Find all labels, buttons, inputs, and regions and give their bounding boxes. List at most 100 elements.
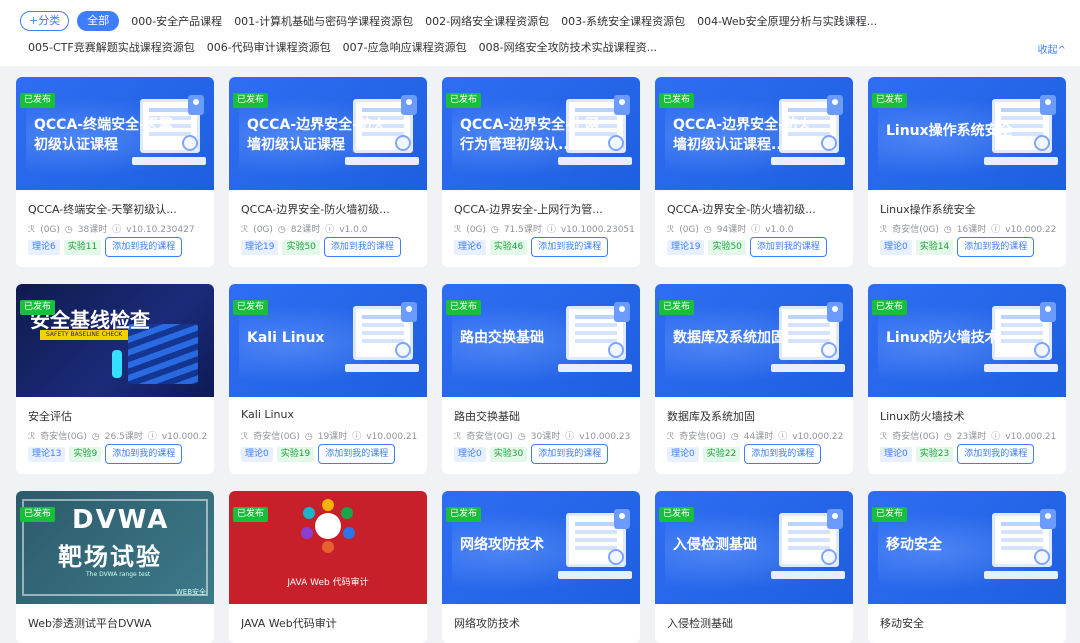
thumbnail-title: JAVA Web 代码审计 [287,578,369,588]
add-to-my-courses-button[interactable]: 添加到我的课程 [531,444,609,464]
published-badge: 已发布 [446,93,482,108]
lab-count: 实验50 [282,239,320,255]
category-004[interactable]: 004-Web安全原理分析与实践课程... [697,13,877,29]
course-card[interactable]: Linux操作系统安全 已发布 Linux操作系统安全 ℛ 奇安信(0G) ◷ 16课… [868,77,1066,267]
user-icon [827,509,843,529]
thumbnail-title: DVWA [72,505,170,535]
course-meta: ℛ 奇安信(0G) ◷ 16课时 ⓘ v10.000.22 [880,222,1066,235]
course-card[interactable]: Linux防火墙技术 已发布 Linux防火墙技术 ℛ 奇安信(0G) ◷ 23课时 ⓘ… [868,284,1066,474]
add-to-my-courses-button[interactable]: 添加到我的课程 [531,237,609,257]
add-to-my-courses-button[interactable]: 添加到我的课程 [105,237,183,257]
lab-count: 实验22 [702,446,741,462]
lock-icon [1034,342,1050,358]
course-title[interactable]: Web渗透测试平台DVWA [28,615,206,631]
add-category-button[interactable]: +分类 [20,11,70,31]
course-title[interactable]: 路由交换基础 [454,408,632,424]
thumbnail-title: Linux操作系统安全 [886,123,1013,139]
category-row-2: 005-CTF竞赛解题实战课程资源包 006-代码审计课程资源包 007-应急响… [28,36,669,58]
course-card[interactable]: 入侵检测基础 已发布 入侵检测基础 [655,491,853,643]
category-008[interactable]: 008-网络安全攻防技术实战课程资... [479,39,657,55]
user-icon [1040,302,1056,322]
lab-count: 实验23 [915,446,954,462]
course-version: v10.000.2 [161,432,208,442]
course-title[interactable]: JAVA Web代码审计 [241,615,419,631]
add-to-my-courses-button[interactable]: 添加到我的课程 [957,444,1035,464]
author-icon: ℛ [667,225,675,235]
course-meta: ℛ (0G) ◷ 94课时 ⓘ v1.0.0 [667,222,853,235]
course-version: v1.0.0 [339,225,368,235]
info-icon: ⓘ [147,432,157,442]
category-001[interactable]: 001-计算机基础与密码学课程资源包 [234,13,413,29]
clock-icon: ◷ [517,432,526,442]
course-title[interactable]: Linux防火墙技术 [880,408,1058,424]
info-icon: ⓘ [352,432,362,442]
course-card[interactable]: QCCA-边界安全-防火墙初级认证课程 已发布 QCCA-边界安全-防火墙初级.… [229,77,427,267]
course-hours: 82课时 [290,225,321,235]
course-title[interactable]: 数据库及系统加固 [667,408,845,424]
course-hours: 30课时 [530,432,561,442]
course-card[interactable]: QCCA-边界安全-防火墙初级认证课程... 已发布 QCCA-边界安全-防火墙… [655,77,853,267]
theory-count: 理论0 [667,446,699,462]
course-meta: ℛ 奇安信(0G) ◷ 19课时 ⓘ v10.000.21 [241,429,427,442]
course-card[interactable]: 移动安全 已发布 移动安全 [868,491,1066,643]
user-icon [614,509,630,529]
theory-count: 理论13 [28,446,66,462]
course-card[interactable]: 网络攻防技术 已发布 网络攻防技术 [442,491,640,643]
lock-icon [395,135,411,151]
course-card[interactable]: 数据库及系统加固 已发布 数据库及系统加固 ℛ 奇安信(0G) ◷ 44课时 ⓘ v10.… [655,284,853,474]
lock-icon [608,549,624,565]
user-icon [614,302,630,322]
category-000[interactable]: 000-安全产品课程 [131,13,222,29]
course-card[interactable]: JAVA Web 代码审计 已发布 JAVA Web代码审计 [229,491,427,643]
published-badge: 已发布 [20,300,56,315]
published-badge: 已发布 [446,507,482,522]
course-card[interactable]: 安全基线检查 SAFETY BASELINE CHECK 已发布 安全评估 ℛ奇… [16,284,214,474]
category-all-tag[interactable]: 全部 [77,11,120,31]
author-icon: ℛ [241,432,249,442]
course-title[interactable]: 安全评估 [28,408,206,424]
course-card[interactable]: DVWA 靶场试验 The DVWA range test WEB安全 已发布 … [16,491,214,643]
add-to-my-courses-button[interactable]: 添加到我的课程 [323,237,401,257]
course-title[interactable]: 网络攻防技术 [454,615,632,631]
category-002[interactable]: 002-网络安全课程资源包 [425,13,549,29]
add-to-my-courses-button[interactable]: 添加到我的课程 [105,444,183,464]
course-hours: 38课时 [77,225,108,235]
course-hours: 19课时 [317,432,348,442]
clock-icon: ◷ [730,432,739,442]
course-card[interactable]: QCCA-边界安全-上网行为管理初级认... 已发布 QCCA-边界安全-上网行… [442,77,640,267]
course-author: 奇安信(0G) [679,432,726,442]
course-title[interactable]: Kali Linux [241,408,419,421]
info-icon: ⓘ [112,225,122,235]
category-005[interactable]: 005-CTF竞赛解题实战课程资源包 [28,39,195,55]
course-card[interactable]: 路由交换基础 已发布 路由交换基础 ℛ 奇安信(0G) ◷ 30课时 ⓘ v10.000.… [442,284,640,474]
info-icon: ⓘ [991,432,1001,442]
server-illustration [128,324,198,384]
course-title[interactable]: Linux操作系统安全 [880,201,1058,217]
add-to-my-courses-button[interactable]: 添加到我的课程 [744,444,822,464]
course-author: 奇安信(0G) [892,225,939,235]
course-author: (0G) [466,225,486,235]
course-title[interactable]: QCCA-边界安全-上网行为管... [454,201,632,217]
course-version: v10.000.22 [792,432,844,442]
course-card[interactable]: QCCA-终端安全-天擎初级认证课程 已发布 QCCA-终端安全-天擎初级认..… [16,77,214,267]
category-006[interactable]: 006-代码审计课程资源包 [207,39,331,55]
add-to-my-courses-button[interactable]: 添加到我的课程 [749,237,827,257]
add-to-my-courses-button[interactable]: 添加到我的课程 [318,444,396,464]
course-author: 奇安信(0G) [892,432,939,442]
user-icon [401,302,417,322]
collapse-link[interactable]: 收起^ [1038,41,1066,56]
course-title[interactable]: QCCA-边界安全-防火墙初级... [241,201,419,217]
course-version: v1.0.0 [765,225,794,235]
course-title[interactable]: 入侵检测基础 [667,615,845,631]
course-title[interactable]: QCCA-终端安全-天擎初级认... [28,201,206,217]
add-to-my-courses-button[interactable]: 添加到我的课程 [957,237,1035,257]
course-hours: 16课时 [956,225,987,235]
thumbnail-title: QCCA-边界安全-上网行为管理初级认... [460,117,599,153]
course-title[interactable]: QCCA-边界安全-防火墙初级... [667,201,845,217]
lock-icon [821,342,837,358]
published-badge: 已发布 [872,300,908,315]
course-title[interactable]: 移动安全 [880,615,1058,631]
category-003[interactable]: 003-系统安全课程资源包 [561,13,685,29]
category-007[interactable]: 007-应急响应课程资源包 [343,39,467,55]
course-card[interactable]: Kali Linux 已发布 Kali Linux ℛ 奇安信(0G) ◷ 19课时 ⓘ… [229,284,427,474]
